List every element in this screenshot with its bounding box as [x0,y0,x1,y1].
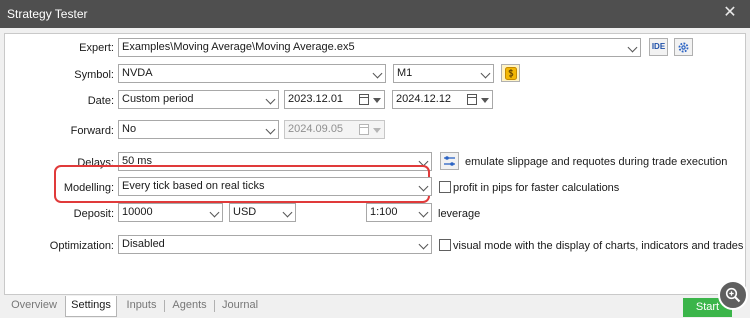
symbol-label: Symbol: [74,69,114,81]
deposit-amount-select[interactable]: 10000 [118,203,223,222]
close-icon[interactable]: ✕ [720,3,740,23]
visual-mode-label: visual mode with the display of charts, … [453,240,744,252]
forward-date-value: 2024.09.05 [288,123,344,135]
delays-settings-button[interactable] [440,152,459,170]
forward-value: No [122,123,137,135]
chevron-down-icon [265,124,276,135]
forward-label: Forward: [70,125,114,137]
visual-mode-checkbox[interactable] [439,239,451,251]
dropdown-arrow-icon [373,128,381,133]
tab-separator [164,300,165,312]
coin-icon [504,67,517,80]
symbol-value: NVDA [122,67,153,79]
date-mode-value: Custom period [122,93,194,105]
forward-date-picker: 2024.09.05 [284,120,385,139]
modelling-select[interactable]: Every tick based on real ticks [118,177,432,196]
delays-note: emulate slippage and requotes during tra… [465,156,728,168]
timeframe-value: M1 [397,67,413,79]
tab-inputs[interactable]: Inputs [121,296,162,315]
chevron-down-icon [372,68,383,79]
chevron-down-icon [418,207,429,218]
chevron-down-icon [480,68,491,79]
gear-button[interactable] [674,38,693,56]
chevron-down-icon [209,207,220,218]
zoom-in-icon [725,287,741,303]
gear-icon [678,42,689,53]
optimization-label: Optimization: [49,240,114,252]
tab-journal[interactable]: Journal [217,296,263,315]
date-to-picker[interactable]: 2024.12.12 [392,90,493,109]
leverage-select[interactable]: 1:100 [366,203,432,222]
tab-separator [214,300,215,312]
tab-bar: Overview Settings Inputs Agents Journal [0,296,750,318]
tab-settings[interactable]: Settings [65,296,117,317]
chevron-down-icon [418,181,429,192]
date-from-picker[interactable]: 2023.12.01 [284,90,385,109]
dropdown-arrow-icon [481,98,489,103]
profit-in-pips-checkbox[interactable] [439,181,451,193]
date-label: Date: [87,95,114,107]
chevron-down-icon [418,239,429,250]
expert-select[interactable]: Examples\Moving Average\Moving Average.e… [118,38,641,57]
title-bar: Strategy Tester ✕ [0,0,750,28]
currency-value: USD [233,206,257,218]
date-mode-select[interactable]: Custom period [118,90,279,109]
chevron-down-icon [282,207,293,218]
date-from-value: 2023.12.01 [288,93,344,105]
deposit-amount-value: 10000 [122,206,153,218]
profit-in-pips-label: profit in pips for faster calculations [453,182,620,194]
ide-button[interactable]: IDE [649,38,668,56]
expert-label: Expert: [79,42,114,54]
tab-overview[interactable]: Overview [6,296,62,315]
window-title: Strategy Tester [7,7,88,21]
expert-value: Examples\Moving Average\Moving Average.e… [122,41,355,53]
leverage-value: 1:100 [370,206,398,218]
calendar-icon [467,94,477,105]
tab-agents[interactable]: Agents [167,296,212,315]
calendar-icon [359,94,369,105]
sliders-icon [444,156,455,166]
optimization-select[interactable]: Disabled [118,235,432,254]
modelling-label: Modelling: [63,182,114,194]
forward-select[interactable]: No [118,120,279,139]
calendar-icon [359,124,369,135]
deposit-label: Deposit: [73,208,114,220]
dropdown-arrow-icon [373,98,381,103]
modelling-value: Every tick based on real ticks [122,180,265,192]
zoom-button[interactable] [718,280,748,310]
timeframe-select[interactable]: M1 [393,64,494,83]
chevron-down-icon [627,42,638,53]
currency-select[interactable]: USD [229,203,296,222]
date-to-value: 2024.12.12 [396,93,452,105]
leverage-label: leverage [438,208,481,220]
symbol-spec-button[interactable] [501,64,520,82]
chevron-down-icon [265,94,276,105]
optimization-value: Disabled [122,238,165,250]
symbol-select[interactable]: NVDA [118,64,386,83]
